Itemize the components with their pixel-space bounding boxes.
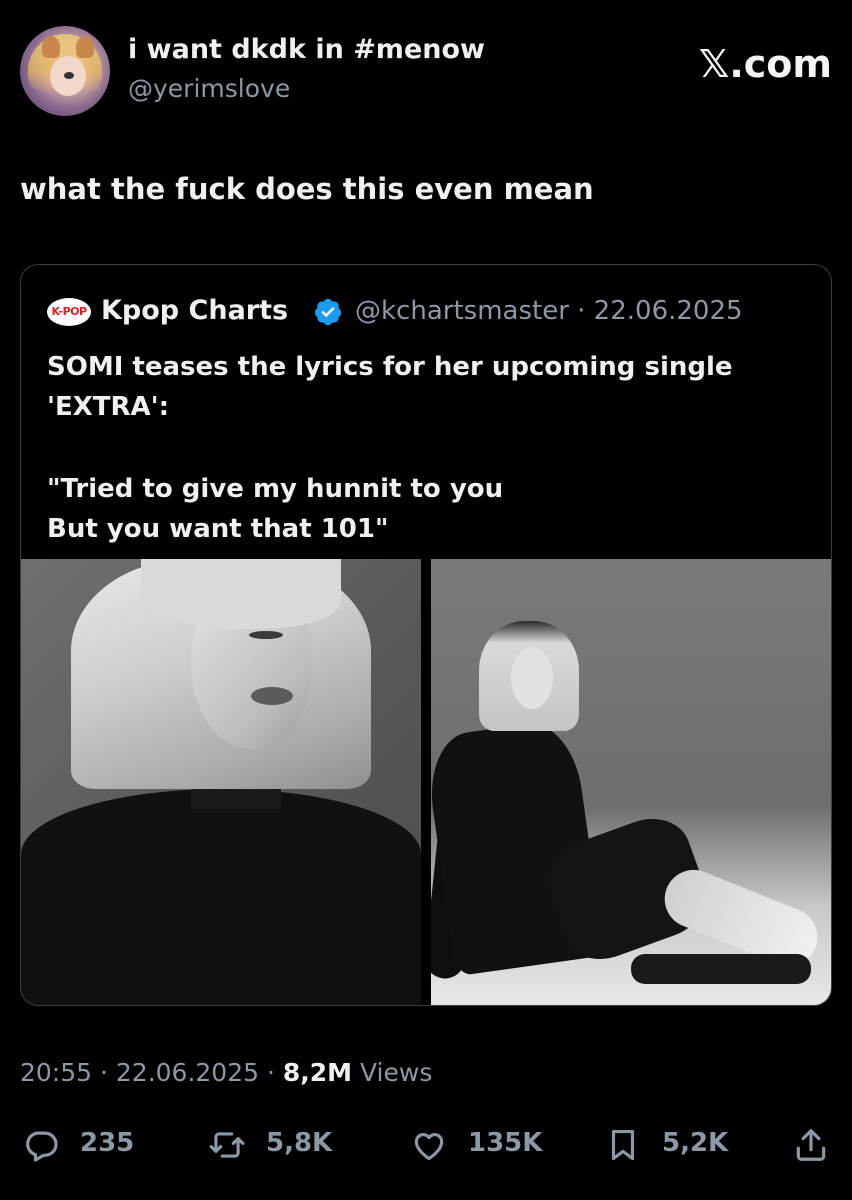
- bookmark-button[interactable]: 5,2K: [602, 1122, 752, 1168]
- avatar-filter-nose: [64, 72, 74, 79]
- photo-figure-lower-leg: [631, 954, 811, 984]
- x-brand-logo: 𝕏.com: [698, 42, 832, 86]
- photo-figure-face: [511, 647, 553, 709]
- quoted-text-line: "Tried to give my hunnit to you: [47, 474, 504, 504]
- quoted-text-line: But you want that 101": [47, 514, 389, 544]
- avatar-filter-ear-right: [76, 36, 94, 58]
- quoted-tweet-media: [21, 559, 831, 1005]
- bookmark-count: 5,2K: [662, 1128, 729, 1158]
- quoted-author-name[interactable]: Kpop Charts: [101, 295, 288, 326]
- author-avatar[interactable]: [20, 26, 110, 116]
- photo-figure-body: [21, 789, 421, 1005]
- retweet-button[interactable]: 5,8K: [206, 1122, 366, 1168]
- share-button[interactable]: [790, 1122, 832, 1168]
- share-icon: [796, 1129, 826, 1161]
- like-count: 135K: [468, 1128, 543, 1158]
- heart-icon: [414, 1133, 444, 1161]
- tweet-meta: 20:55 · 22.06.2025 · 8,2M Views: [20, 1058, 432, 1087]
- quoted-text-line: SOMI teases the lyrics for her upcoming …: [47, 352, 733, 382]
- quoted-text-line: 'EXTRA':: [47, 392, 170, 422]
- tweet-header: i want dkdk in #menow @yerimslove 𝕏.com: [20, 24, 832, 124]
- views-label: Views: [352, 1058, 433, 1087]
- quoted-author-handle-date[interactable]: @kchartsmaster · 22.06.2025: [355, 296, 743, 326]
- views-count: 8,2M: [282, 1058, 353, 1087]
- photo-figure-lips: [251, 687, 293, 705]
- reply-count: 235: [80, 1128, 135, 1158]
- quoted-tweet-text: SOMI teases the lyrics for her upcoming …: [47, 347, 807, 549]
- avatar-filter-ear-left: [42, 36, 60, 58]
- like-button[interactable]: 135K: [408, 1122, 568, 1168]
- author-handle[interactable]: @yerimslove: [128, 74, 290, 103]
- photo-figure-bangs: [141, 559, 341, 629]
- verified-badge-icon: [314, 298, 342, 326]
- tweet-timestamp[interactable]: 20:55 · 22.06.2025 ·: [20, 1058, 283, 1087]
- quoted-author-avatar[interactable]: K-POP: [47, 298, 91, 326]
- quoted-tweet-card[interactable]: K-POP Kpop Charts @kchartsmaster · 22.06…: [20, 264, 832, 1006]
- quoted-text-line: [47, 427, 807, 469]
- bookmark-icon: [611, 1129, 635, 1161]
- reply-icon: [26, 1131, 58, 1162]
- quoted-tweet-header: K-POP Kpop Charts @kchartsmaster · 22.06…: [47, 295, 807, 329]
- photo-figure-eye: [249, 631, 283, 639]
- retweet-count: 5,8K: [266, 1128, 333, 1158]
- kpop-logo-text: K-POP: [51, 305, 87, 318]
- tweet-text: what the fuck does this even mean: [20, 172, 594, 206]
- photo-full-body-pose[interactable]: [431, 559, 831, 1005]
- reply-button[interactable]: 235: [20, 1122, 160, 1168]
- photo-portrait-closeup[interactable]: [21, 559, 421, 1005]
- tweet-actions-bar: 235 5,8K 135K 5,2K: [20, 1122, 832, 1172]
- retweet-icon: [209, 1132, 245, 1158]
- author-display-name[interactable]: i want dkdk in #menow: [128, 34, 485, 65]
